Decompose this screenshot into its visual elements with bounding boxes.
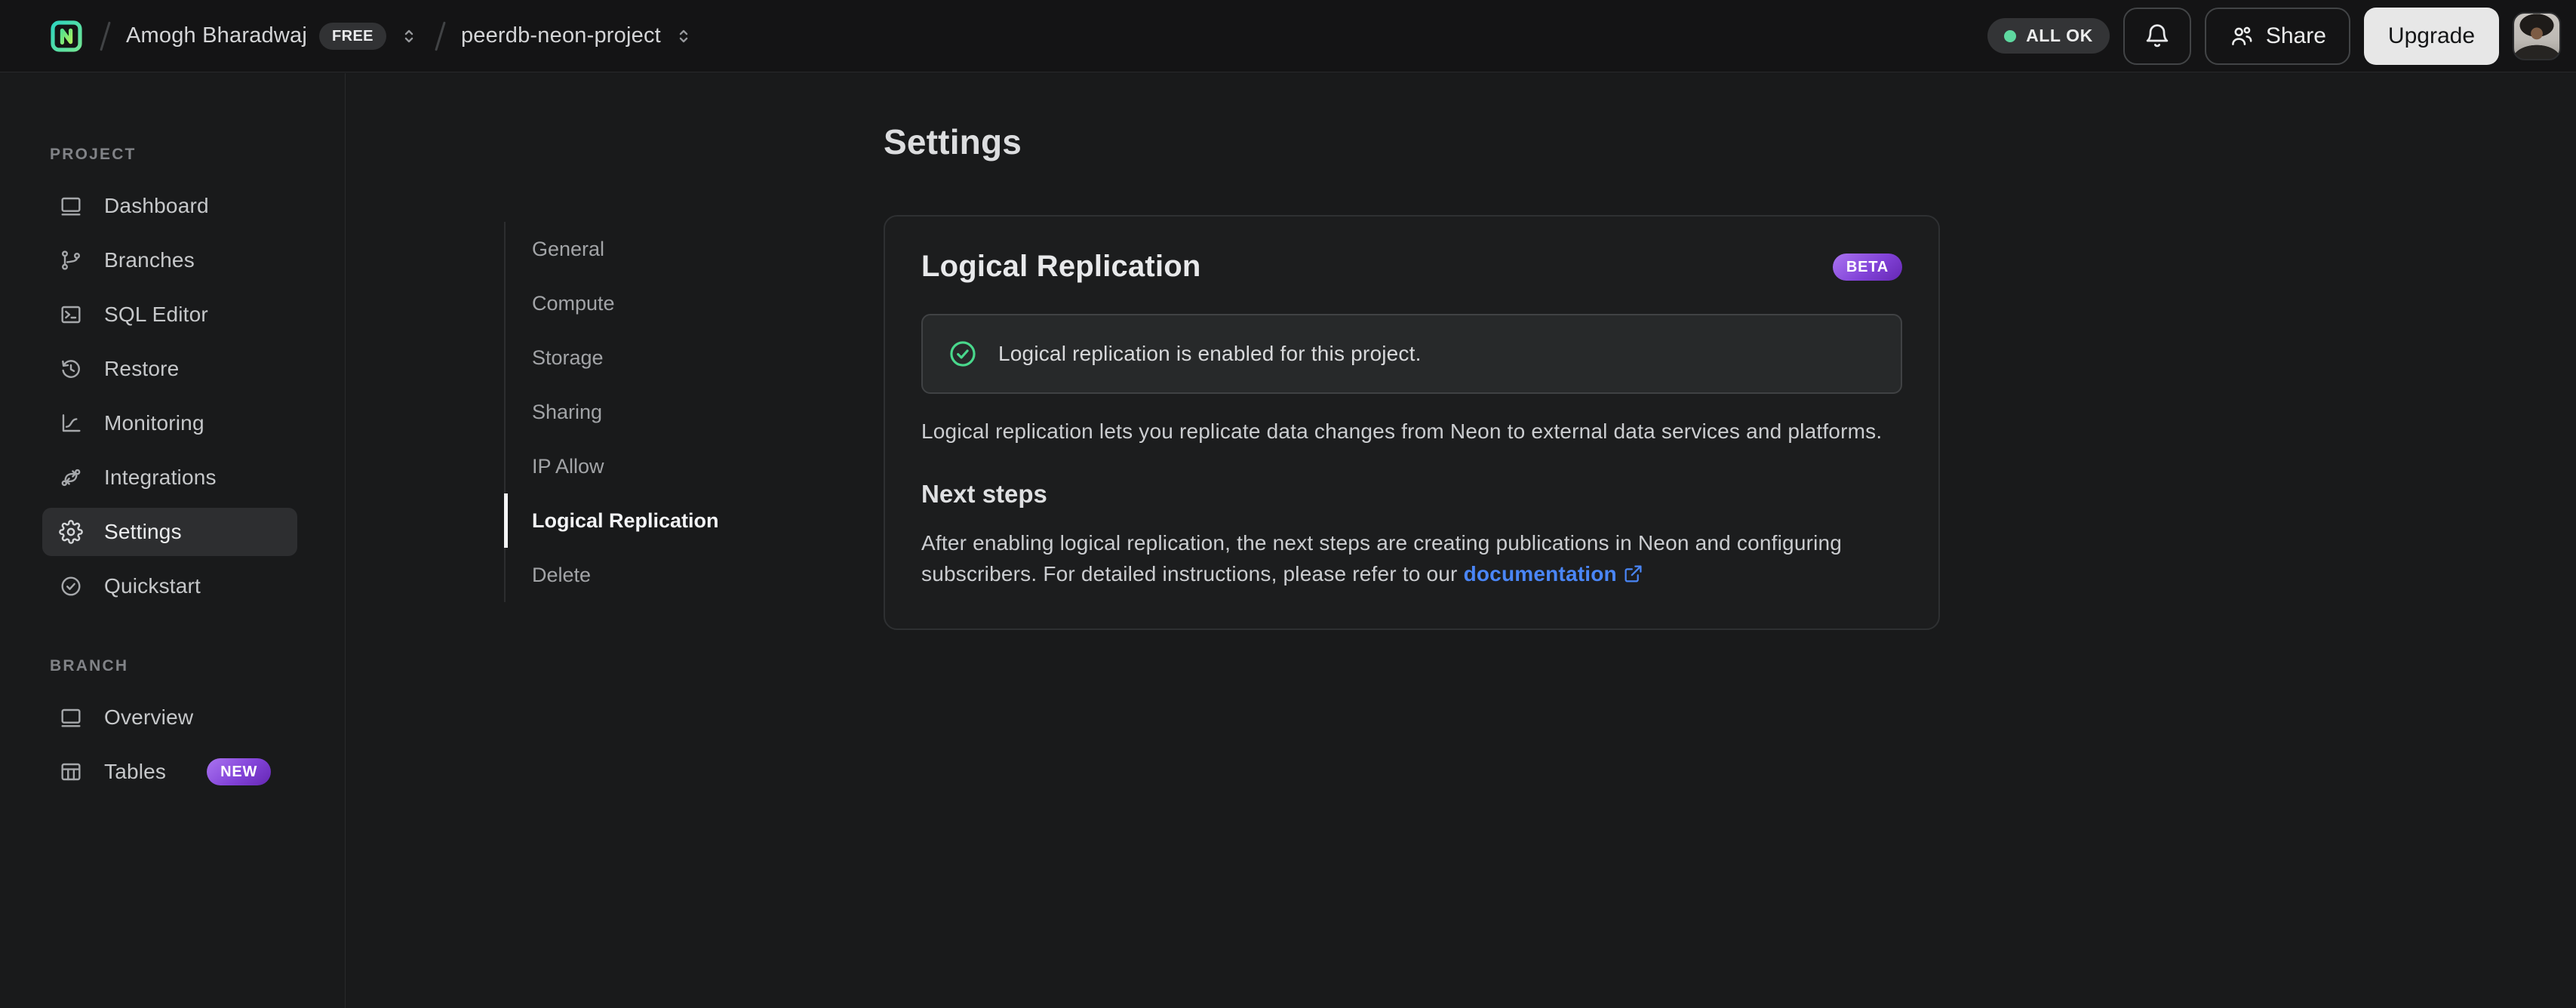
description-text: Logical replication lets you replicate d… xyxy=(921,419,1883,443)
sidebar-item-label: Dashboard xyxy=(104,194,209,217)
external-link-icon xyxy=(1625,565,1642,582)
project-selector[interactable]: peerdb-neon-project xyxy=(461,23,694,48)
user-avatar[interactable] xyxy=(2513,11,2561,60)
overview-icon xyxy=(61,708,81,727)
settings-nav-compute[interactable]: Compute xyxy=(504,276,828,330)
sidebar-item-dashboard[interactable]: Dashboard xyxy=(42,182,297,230)
monitoring-icon xyxy=(62,414,81,432)
org-name: Amogh Bharadwaj xyxy=(126,23,307,48)
top-bar: Amogh Bharadwaj FREE peerdb-neon-project… xyxy=(0,0,2576,72)
settings-nav-delete[interactable]: Delete xyxy=(504,548,828,602)
chevron-up-down-icon xyxy=(679,29,688,42)
chevron-up-down-icon xyxy=(404,29,413,42)
restore-icon xyxy=(62,360,80,378)
integrations-icon xyxy=(61,469,81,487)
sidebar-item-label: Restore xyxy=(104,357,180,380)
sidebar-item-label: SQL Editor xyxy=(104,303,208,326)
org-selector[interactable]: Amogh Bharadwaj FREE xyxy=(126,22,420,50)
sidebar-item-sql-editor[interactable]: SQL Editor xyxy=(42,290,297,339)
dashboard-icon xyxy=(61,197,81,216)
new-badge: NEW xyxy=(207,758,272,785)
beta-badge: BETA xyxy=(1832,253,1902,281)
sidebar-section-branch: BRANCH xyxy=(50,657,129,675)
card-header: Logical Replication BETA xyxy=(921,250,1902,284)
sidebar-item-settings[interactable]: Settings xyxy=(42,508,297,556)
gear-icon xyxy=(59,520,83,544)
documentation-link[interactable]: documentation xyxy=(1464,562,1643,585)
notifications-button[interactable] xyxy=(2123,7,2191,65)
next-steps-title: Next steps xyxy=(921,480,1047,509)
next-steps-text: After enabling logical replication, the … xyxy=(921,528,1902,589)
sql-editor-icon xyxy=(61,306,81,324)
breadcrumb-slash xyxy=(435,20,446,51)
branches-icon xyxy=(62,250,80,270)
card-title: Logical Replication xyxy=(921,250,1201,283)
sidebar-item-label: Branches xyxy=(104,248,195,272)
success-alert: Logical replication is enabled for this … xyxy=(921,314,1902,394)
success-check-icon xyxy=(950,341,976,367)
sidebar-item-label: Tables xyxy=(104,760,167,783)
sidebar: PROJECT Dashboard Branches SQL Editor Re… xyxy=(0,73,346,1008)
settings-nav-storage[interactable]: Storage xyxy=(504,330,828,385)
settings-nav-logical-replication[interactable]: Logical Replication xyxy=(504,493,828,548)
sidebar-item-label: Overview xyxy=(104,705,194,729)
neon-logo-icon[interactable] xyxy=(48,18,85,54)
settings-nav: General Compute Storage Sharing IP Allow… xyxy=(504,222,828,602)
sidebar-item-label: Integrations xyxy=(104,466,217,489)
sidebar-item-integrations[interactable]: Integrations xyxy=(42,453,297,502)
sidebar-item-overview[interactable]: Overview xyxy=(42,693,297,742)
bell-icon xyxy=(2146,23,2169,47)
alert-message: Logical replication is enabled for this … xyxy=(998,342,1422,365)
sidebar-item-monitoring[interactable]: Monitoring xyxy=(42,399,297,447)
next-steps-body: After enabling logical replication, the … xyxy=(921,531,1843,585)
share-button[interactable]: Share xyxy=(2204,7,2350,65)
project-name: peerdb-neon-project xyxy=(460,23,661,48)
sidebar-item-restore[interactable]: Restore xyxy=(42,345,297,393)
system-status-pill[interactable]: ALL OK xyxy=(1987,18,2110,54)
sidebar-item-label: Settings xyxy=(104,520,182,543)
check-circle-icon xyxy=(61,576,81,596)
people-icon xyxy=(2231,26,2252,45)
sidebar-item-label: Quickstart xyxy=(104,574,201,598)
sidebar-item-quickstart[interactable]: Quickstart xyxy=(42,562,297,610)
share-label: Share xyxy=(2265,23,2326,48)
sidebar-item-tables[interactable]: Tables NEW xyxy=(42,748,297,796)
breadcrumb-slash xyxy=(100,20,111,51)
upgrade-button[interactable]: Upgrade xyxy=(2363,7,2499,65)
neon-console: Amogh Bharadwaj FREE peerdb-neon-project… xyxy=(0,0,2576,1008)
top-bar-actions: ALL OK Share Upgrade xyxy=(1987,7,2561,65)
breadcrumb: Amogh Bharadwaj FREE peerdb-neon-project xyxy=(48,18,694,54)
documentation-link-label: documentation xyxy=(1463,561,1617,585)
page-title: Settings xyxy=(884,122,1022,161)
logical-replication-card: Logical Replication BETA Logical replica… xyxy=(884,215,1940,630)
sidebar-item-branches[interactable]: Branches xyxy=(42,236,297,284)
status-label: ALL OK xyxy=(2026,26,2093,45)
sidebar-section-project: PROJECT xyxy=(50,146,137,163)
status-dot-icon xyxy=(2004,29,2017,42)
main-content: Settings Logical Replication BETA Logica… xyxy=(884,73,1940,630)
sidebar-item-label: Monitoring xyxy=(104,411,204,435)
settings-nav-general[interactable]: General xyxy=(504,222,828,276)
tables-icon xyxy=(61,763,81,781)
plan-badge: FREE xyxy=(318,22,386,50)
settings-nav-sharing[interactable]: Sharing xyxy=(504,385,828,439)
settings-nav-ip-allow[interactable]: IP Allow xyxy=(504,439,828,493)
